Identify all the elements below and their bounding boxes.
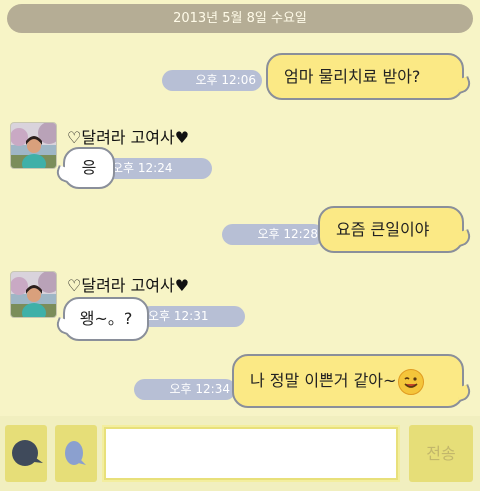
sent-message-bubble[interactable]: 나 정말 이쁜거 같아~: [232, 354, 464, 408]
sender-name: ♡달려라 고여사♥: [67, 128, 190, 147]
avatar[interactable]: [10, 271, 57, 318]
sender-name: ♡달려라 고여사♥: [67, 276, 190, 295]
received-message-bubble[interactable]: 왱~。?: [63, 297, 149, 341]
input-bar: 전송: [0, 416, 480, 491]
message-text: 왱~。?: [79, 309, 133, 328]
message-text: 응: [81, 158, 97, 177]
message-input[interactable]: [102, 425, 400, 482]
message-text: 엄마 물리치료 받아?: [284, 67, 421, 86]
light-speech-bubble-icon: [65, 441, 86, 465]
received-message-bubble[interactable]: 응: [63, 147, 115, 189]
avatar[interactable]: [10, 122, 57, 169]
message-timestamp: 오후 12:34: [134, 379, 236, 400]
message-timestamp: 오후 12:06: [162, 70, 262, 91]
message-timestamp: 오후 12:31: [140, 306, 245, 327]
date-header: 2013년 5월 8일 수요일: [7, 4, 473, 33]
message-text: 요즘 큰일이야: [336, 220, 430, 239]
attach-button[interactable]: [55, 425, 97, 482]
message-timestamp: 오후 12:28: [222, 224, 324, 245]
dark-speech-bubble-icon: [12, 440, 43, 466]
sent-message-bubble[interactable]: 엄마 물리치료 받아?: [266, 53, 464, 100]
winking-smiley-icon: [398, 368, 425, 395]
message-text: 나 정말 이쁜거 같아~: [250, 356, 446, 406]
send-button[interactable]: 전송: [409, 425, 473, 482]
sent-message-bubble[interactable]: 요즘 큰일이야: [318, 206, 464, 253]
emoticon-button[interactable]: [5, 425, 47, 482]
message-timestamp: 오후 12:24: [104, 158, 212, 179]
message-text-content: 나 정말 이쁜거 같아~: [250, 371, 397, 390]
